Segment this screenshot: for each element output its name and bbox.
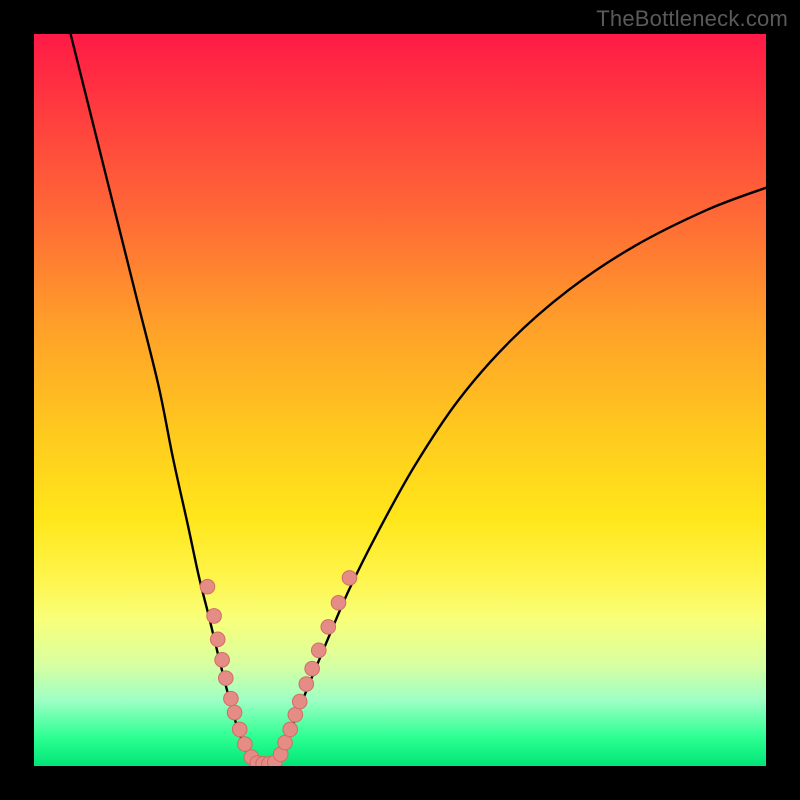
outer-frame: TheBottleneck.com xyxy=(0,0,800,800)
data-dot-right xyxy=(342,571,357,586)
plot-area xyxy=(34,34,766,766)
data-dot-right xyxy=(283,722,298,737)
bottleneck-curve xyxy=(71,34,766,765)
data-dot-left xyxy=(210,632,225,647)
attribution-text: TheBottleneck.com xyxy=(596,6,788,32)
data-dot-right xyxy=(288,707,303,722)
data-dot-left xyxy=(232,722,247,737)
dot-layer xyxy=(200,571,357,766)
curve-layer xyxy=(71,34,766,765)
data-dot-right xyxy=(331,595,346,610)
data-dot-right xyxy=(311,643,326,658)
data-dot-left xyxy=(227,705,242,720)
data-dot-right xyxy=(292,694,307,709)
data-dot-left xyxy=(238,737,253,752)
data-dot-left xyxy=(207,609,222,624)
data-dot-left xyxy=(218,671,233,686)
data-dot-right xyxy=(321,620,336,635)
data-dot-left xyxy=(215,653,230,668)
data-dot-left xyxy=(224,691,239,706)
data-dot-left xyxy=(200,579,215,594)
data-dot-right xyxy=(305,661,320,676)
data-dot-right xyxy=(278,735,293,750)
data-dot-right xyxy=(299,677,314,692)
chart-svg xyxy=(34,34,766,766)
